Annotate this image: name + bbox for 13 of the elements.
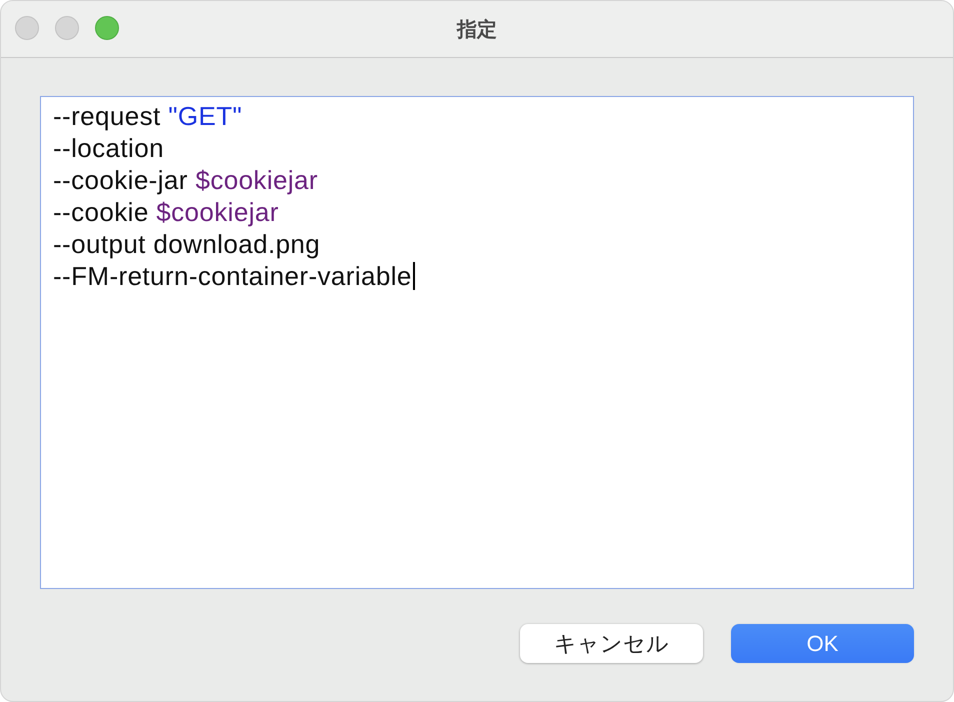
code-line: --location [53, 132, 164, 164]
code-line: --request "GET" [53, 100, 242, 132]
minimize-window-icon[interactable] [55, 16, 79, 40]
code-line: --FM-return-container-variable [53, 260, 412, 292]
code-line: --cookie $cookiejar [53, 196, 279, 228]
code-line: --output download.png [53, 228, 320, 260]
cancel-button[interactable]: キャンセル [520, 624, 703, 663]
ok-button[interactable]: OK [731, 624, 914, 663]
zoom-window-icon[interactable] [95, 16, 119, 40]
code-line: --cookie-jar $cookiejar [53, 164, 318, 196]
window-title: 指定 [457, 16, 497, 42]
close-window-icon[interactable] [15, 16, 39, 40]
text-area[interactable]: --request "GET" --location --cookie-jar $cookiejar --cookie $cookiejar --output download.png --FM-return-container-variable [40, 96, 914, 589]
